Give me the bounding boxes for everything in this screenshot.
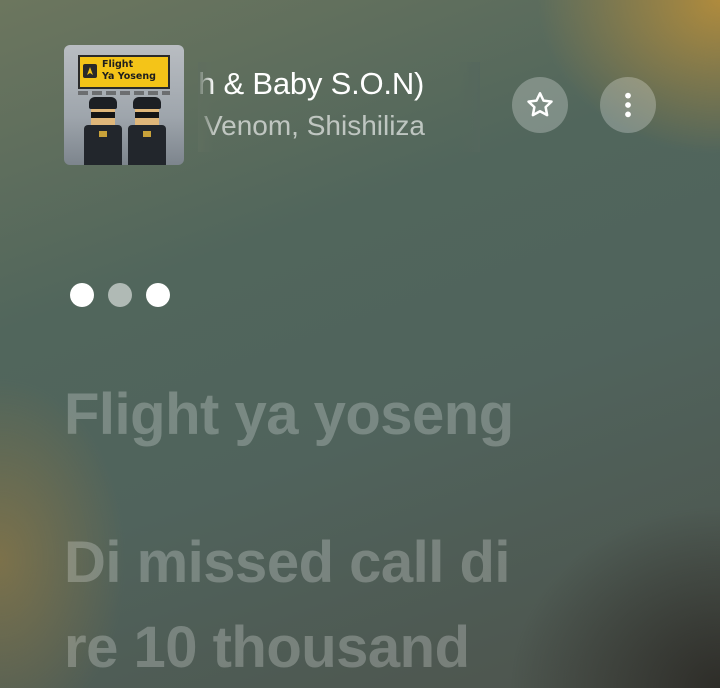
more-options-button[interactable] (600, 77, 656, 133)
interlude-dot (108, 283, 132, 307)
marquee-fade-right (458, 62, 480, 152)
artwork-figure-left (84, 97, 122, 165)
lyrics-screen: Flight Ya Yoseng h & Baby S.O.N) Venom, … (0, 0, 720, 688)
lyric-line[interactable]: re 10 thousand (64, 605, 684, 688)
track-info[interactable]: h & Baby S.O.N) Venom, Shishiliza (198, 62, 480, 152)
artwork-strip (78, 91, 170, 95)
star-outline-icon (527, 92, 553, 117)
interlude-indicator (70, 283, 174, 309)
artwork-text: Flight Ya Yoseng (102, 59, 156, 82)
now-playing-header: Flight Ya Yoseng h & Baby S.O.N) Venom, … (0, 0, 720, 190)
interlude-dot (146, 283, 170, 307)
marquee-fade-left (198, 62, 214, 152)
lyrics-view[interactable]: Flight ya yoseng Di missed call di re 10… (0, 260, 720, 688)
more-vertical-icon (625, 92, 631, 118)
airplane-icon (83, 64, 97, 78)
lyric-line[interactable]: Di missed call di (64, 520, 684, 606)
favorite-button[interactable] (512, 77, 568, 133)
album-artwork[interactable]: Flight Ya Yoseng (64, 45, 184, 165)
song-title: h & Baby S.O.N) (198, 66, 425, 101)
lyric-line[interactable]: Flight ya yoseng (64, 372, 684, 458)
interlude-dot (70, 283, 94, 307)
song-artist: Venom, Shishiliza (204, 110, 426, 141)
artwork-figure-right (128, 97, 166, 165)
artwork-sign: Flight Ya Yoseng (78, 55, 170, 89)
